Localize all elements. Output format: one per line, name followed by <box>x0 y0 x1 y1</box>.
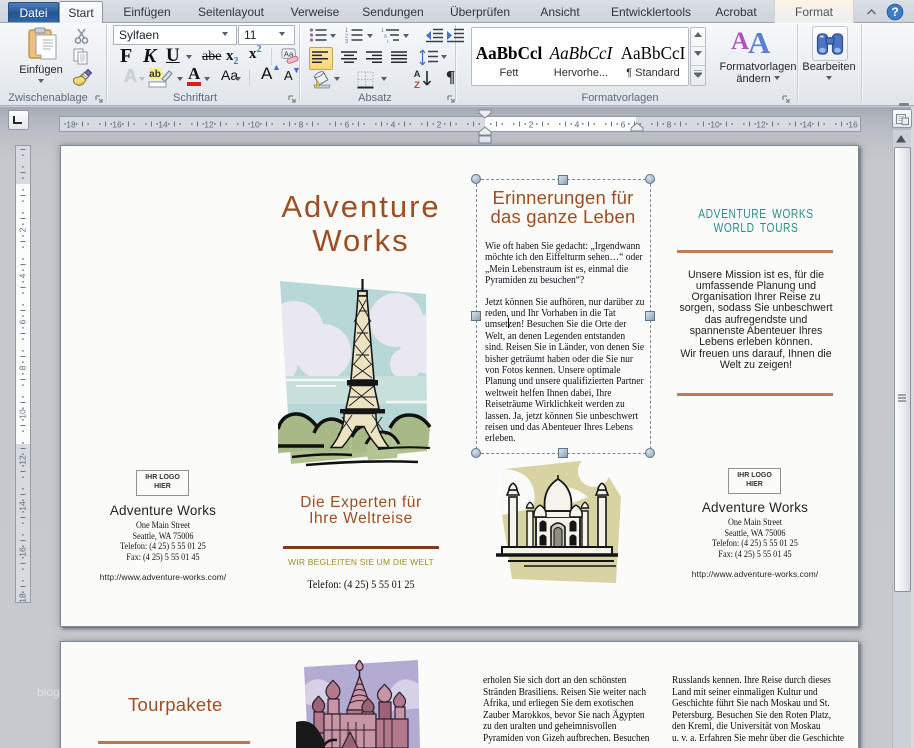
svg-text:6: 6 <box>621 120 626 130</box>
svg-text:ab: ab <box>149 69 161 80</box>
svg-text:16: 16 <box>848 120 858 130</box>
svg-text:12: 12 <box>18 455 28 465</box>
svg-text:14: 14 <box>802 120 812 130</box>
svg-text:Z: Z <box>414 80 420 90</box>
svg-text:2: 2 <box>529 120 534 130</box>
svg-text:4: 4 <box>18 273 28 278</box>
svg-text:3: 3 <box>345 39 348 43</box>
svg-text:4: 4 <box>575 120 580 130</box>
svg-text:10: 10 <box>710 120 720 130</box>
svg-text:8: 8 <box>299 120 304 130</box>
svg-text:16: 16 <box>112 120 122 130</box>
svg-text:16: 16 <box>18 547 28 557</box>
svg-text:8: 8 <box>667 120 672 130</box>
svg-text:10: 10 <box>18 409 28 419</box>
svg-text:A: A <box>414 69 421 80</box>
svg-text:6: 6 <box>345 120 350 130</box>
svg-text:i: i <box>387 39 388 43</box>
svg-text:14: 14 <box>18 501 28 511</box>
svg-text:14: 14 <box>158 120 168 130</box>
svg-text:18: 18 <box>18 593 28 603</box>
svg-text:12: 12 <box>204 120 214 130</box>
svg-text:2: 2 <box>437 120 442 130</box>
svg-text:6: 6 <box>18 319 28 324</box>
svg-text:10: 10 <box>250 120 260 130</box>
svg-text:8: 8 <box>18 365 28 370</box>
svg-text:?: ? <box>891 5 898 19</box>
svg-text:18: 18 <box>66 120 76 130</box>
svg-text:2: 2 <box>18 227 28 232</box>
svg-text:4: 4 <box>391 120 396 130</box>
svg-text:12: 12 <box>756 120 766 130</box>
